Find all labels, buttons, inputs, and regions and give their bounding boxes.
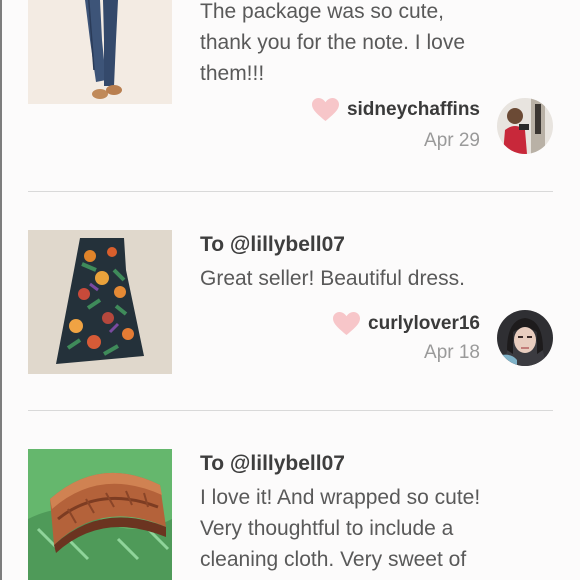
review-note-line: cleaning cloth. Very sweet of [200,548,467,571]
review-divider [28,191,553,192]
review-note: The package was so cute, thank you for t… [200,0,550,89]
review-recipient[interactable]: To @lillybell07 [200,452,345,476]
reviews-page: The package was so cute, thank you for t… [0,0,580,580]
review-recipient[interactable]: To @lillybell07 [200,233,345,257]
review-note: Great seller! Beautiful dress. [200,263,550,294]
review-date: Apr 29 [424,130,480,151]
review-date: Apr 18 [424,342,480,363]
review-note-line: thank you for the note. I love [200,31,466,54]
review-item-photo[interactable] [28,449,172,580]
window-edge [0,0,2,580]
review-divider [28,410,553,411]
review-note: I love it! And wrapped so cute! Very tho… [200,482,550,575]
reviewer-username[interactable]: curlylover16 [368,313,480,335]
reviewer-avatar[interactable] [497,310,553,366]
review-note-line: I love it! And wrapped so cute! [200,486,481,509]
review-note-line: Very thoughtful to include a [200,517,454,540]
review-item-photo[interactable] [28,0,172,104]
heart-icon[interactable] [333,312,361,336]
review-author[interactable]: sidneychaffins [311,98,480,122]
review-note-line: The package was so cute, [200,0,444,23]
review-author[interactable]: curlylover16 [333,312,480,336]
heart-icon[interactable] [311,98,339,122]
review-note-line: them!!! [200,62,265,85]
review-item-photo[interactable] [28,230,172,374]
reviewer-username[interactable]: sidneychaffins [347,99,480,121]
reviewer-avatar[interactable] [497,98,553,154]
review-note-line: Great seller! Beautiful dress. [200,267,465,290]
